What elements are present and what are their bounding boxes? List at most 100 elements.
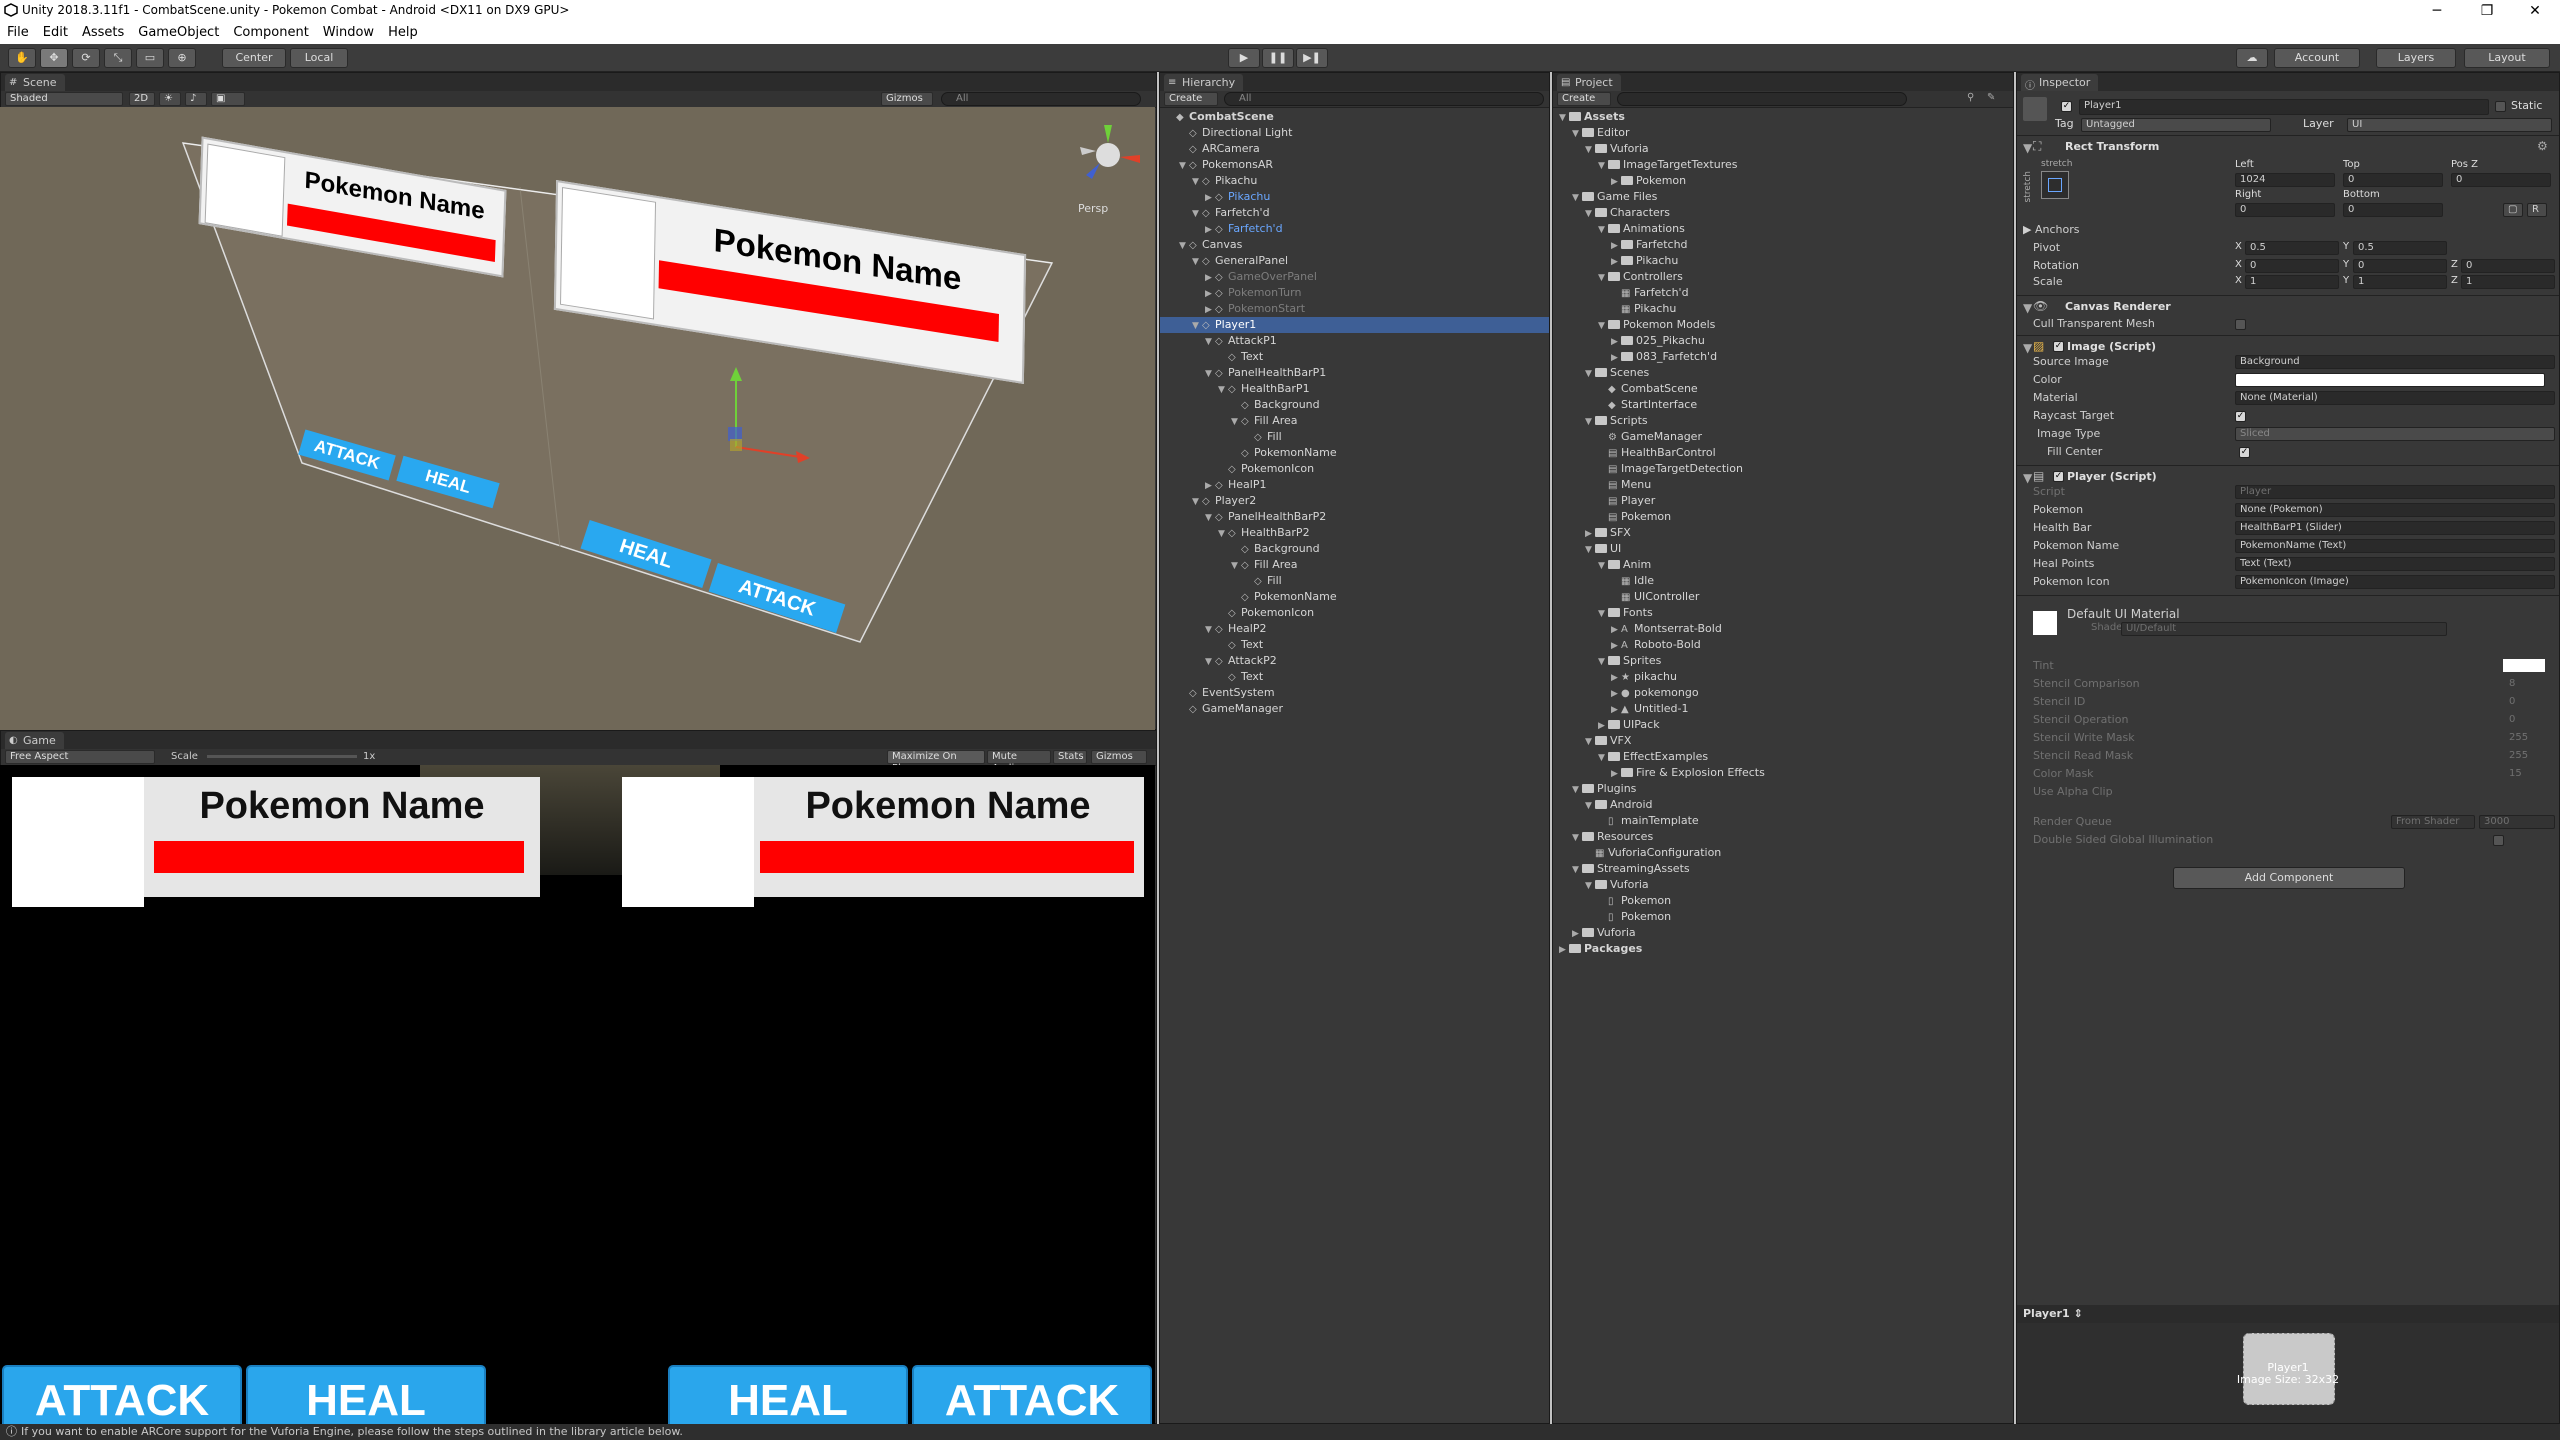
foldout-arrow-icon[interactable]: ▼: [1559, 110, 1569, 126]
game-heal-left-button[interactable]: HEAL: [246, 1365, 486, 1424]
project-item[interactable]: ▼ Pokemon Models: [1553, 317, 2013, 333]
foldout-arrow-icon[interactable]: ▶: [1611, 622, 1621, 638]
foldout-arrow-icon[interactable]: ▼: [1598, 158, 1608, 174]
project-item[interactable]: ▶ A Montserrat-Bold: [1553, 621, 2013, 637]
move-tool-icon[interactable]: ✥: [40, 48, 68, 68]
hierarchy-item[interactable]: ▶ ◇ PokemonStart: [1160, 301, 1549, 317]
foldout-arrow-icon[interactable]: ▼: [1192, 318, 1202, 334]
project-item[interactable]: ▤ Menu: [1553, 477, 2013, 493]
project-item[interactable]: ◆ StartInterface: [1553, 397, 2013, 413]
project-item[interactable]: ▼ Vuforia: [1553, 877, 2013, 893]
foldout-arrow-icon[interactable]: ▼: [1572, 782, 1582, 798]
bottom-field[interactable]: 0: [2343, 203, 2443, 217]
foldout-arrow-icon[interactable]: ▼: [1205, 366, 1215, 382]
foldout-arrow-icon[interactable]: ▼: [1585, 542, 1595, 558]
project-item[interactable]: ▼ Editor: [1553, 125, 2013, 141]
foldout-arrow-icon[interactable]: ▶: [1205, 270, 1215, 286]
blueprint-mode-icon[interactable]: ▢: [2503, 203, 2523, 217]
project-item[interactable]: ▼ UI: [1553, 541, 2013, 557]
hand-tool-icon[interactable]: ✋: [8, 48, 36, 68]
hierarchy-item[interactable]: ◇ PokemonIcon: [1160, 605, 1549, 621]
hierarchy-item[interactable]: ◇ PokemonName: [1160, 589, 1549, 605]
hierarchy-item[interactable]: ◇ Directional Light: [1160, 125, 1549, 141]
foldout-arrow-icon[interactable]: ▼: [1585, 414, 1595, 430]
perspective-label[interactable]: Persp: [1078, 202, 1108, 215]
hierarchy-item[interactable]: ◇ PokemonName: [1160, 445, 1549, 461]
menu-assets[interactable]: Assets: [75, 22, 131, 43]
left-field[interactable]: 1024: [2235, 173, 2335, 187]
scene-view[interactable]: Pokemon Name Pokemon Name ATTACK HEAL HE…: [0, 107, 1155, 730]
hierarchy-item[interactable]: ◇ EventSystem: [1160, 685, 1549, 701]
scale-y-field[interactable]: 1: [2353, 275, 2447, 289]
foldout-arrow-icon[interactable]: ▼: [1205, 622, 1215, 638]
foldout-arrow-icon[interactable]: ▼: [1192, 206, 1202, 222]
rotate-tool-icon[interactable]: ⟳: [72, 48, 100, 68]
project-item[interactable]: ▶ UIPack: [1553, 717, 2013, 733]
canvas-renderer-arrow[interactable]: ▼: [2023, 301, 2032, 315]
foldout-arrow-icon[interactable]: ▶: [1559, 942, 1569, 958]
hierarchy-item[interactable]: ▼ ◇ GeneralPanel: [1160, 253, 1549, 269]
hierarchy-item[interactable]: ◇ Text: [1160, 637, 1549, 653]
shading-dropdown[interactable]: Shaded: [5, 92, 123, 106]
raycast-checkbox[interactable]: ✓: [2235, 411, 2246, 422]
foldout-arrow-icon[interactable]: ▶: [1611, 334, 1621, 350]
project-item[interactable]: ▼ Plugins: [1553, 781, 2013, 797]
color-field[interactable]: [2235, 373, 2545, 387]
project-item[interactable]: ▼ Vuforia: [1553, 141, 2013, 157]
image-arrow[interactable]: ▼: [2023, 341, 2032, 355]
hierarchy-item[interactable]: ▼ ◇ AttackP2: [1160, 653, 1549, 669]
source-image-field[interactable]: Background: [2235, 355, 2555, 369]
project-item[interactable]: ▶ Pokemon: [1553, 173, 2013, 189]
stats-toggle[interactable]: Stats: [1053, 750, 1087, 764]
project-item[interactable]: ▤ Pokemon: [1553, 509, 2013, 525]
mute-audio-toggle[interactable]: Mute Audio: [987, 750, 1051, 774]
foldout-arrow-icon[interactable]: ▼: [1179, 238, 1189, 254]
project-item[interactable]: ▼ ImageTargetTextures: [1553, 157, 2013, 173]
project-item[interactable]: ▤ HealthBarControl: [1553, 445, 2013, 461]
heal-points-field[interactable]: Text (Text): [2235, 557, 2555, 571]
project-item[interactable]: ▯ mainTemplate: [1553, 813, 2013, 829]
transform-tool-icon[interactable]: ⊕: [168, 48, 196, 68]
project-item[interactable]: ▦ UIController: [1553, 589, 2013, 605]
foldout-arrow-icon[interactable]: ▼: [1585, 206, 1595, 222]
project-item[interactable]: ▶ Pikachu: [1553, 253, 2013, 269]
close-button[interactable]: ✕: [2512, 0, 2558, 22]
foldout-arrow-icon[interactable]: ▶: [1598, 718, 1608, 734]
foldout-arrow-icon[interactable]: ▼: [1598, 654, 1608, 670]
foldout-arrow-icon[interactable]: ▼: [1231, 558, 1241, 574]
rotation-z-field[interactable]: 0: [2461, 259, 2555, 273]
hierarchy-item[interactable]: ◇ PokemonIcon: [1160, 461, 1549, 477]
pivot-x-field[interactable]: 0.5: [2245, 241, 2339, 255]
foldout-arrow-icon[interactable]: ▶: [1611, 638, 1621, 654]
project-item[interactable]: ▦ Pikachu: [1553, 301, 2013, 317]
anchors-foldout[interactable]: ▶ Anchors: [2023, 221, 2079, 239]
project-item[interactable]: ▶ ★ pikachu: [1553, 669, 2013, 685]
project-item[interactable]: ▶ 025_Pikachu: [1553, 333, 2013, 349]
project-item[interactable]: ▶ Packages: [1553, 941, 2013, 957]
project-item[interactable]: ▼ VFX: [1553, 733, 2013, 749]
foldout-arrow-icon[interactable]: ▶: [1572, 926, 1582, 942]
hierarchy-item[interactable]: ◇ Background: [1160, 397, 1549, 413]
move-gizmo-icon[interactable]: [700, 357, 830, 477]
hierarchy-item[interactable]: ◇ Fill: [1160, 429, 1549, 445]
foldout-arrow-icon[interactable]: ▼: [1572, 190, 1582, 206]
hierarchy-item[interactable]: ▼ ◇ PanelHealthBarP1: [1160, 365, 1549, 381]
project-item[interactable]: ▼ Game Files: [1553, 189, 2013, 205]
project-item[interactable]: ▼ Characters: [1553, 205, 2013, 221]
hierarchy-item[interactable]: ▼ ◇ HealthBarP2: [1160, 525, 1549, 541]
menu-help[interactable]: Help: [381, 22, 425, 43]
game-gizmos-dropdown[interactable]: Gizmos: [1091, 750, 1147, 764]
pause-button[interactable]: ❚❚: [1262, 48, 1294, 68]
hierarchy-item[interactable]: ◇ ARCamera: [1160, 141, 1549, 157]
project-item[interactable]: ▼ Sprites: [1553, 653, 2013, 669]
project-item[interactable]: ▶ 083_Farfetch'd: [1553, 349, 2013, 365]
layout-dropdown[interactable]: Layout: [2464, 48, 2550, 68]
anchor-preset-icon[interactable]: [2041, 171, 2069, 199]
hierarchy-item[interactable]: ▼ ◇ Fill Area: [1160, 557, 1549, 573]
maximize-on-play-toggle[interactable]: Maximize On Play: [887, 750, 985, 774]
project-item[interactable]: ▶ Fire & Explosion Effects: [1553, 765, 2013, 781]
foldout-arrow-icon[interactable]: ▶: [1611, 254, 1621, 270]
foldout-arrow-icon[interactable]: ▼: [1192, 174, 1202, 190]
foldout-arrow-icon[interactable]: ▶: [1205, 190, 1215, 206]
hierarchy-item[interactable]: ◆ CombatScene: [1160, 109, 1549, 125]
